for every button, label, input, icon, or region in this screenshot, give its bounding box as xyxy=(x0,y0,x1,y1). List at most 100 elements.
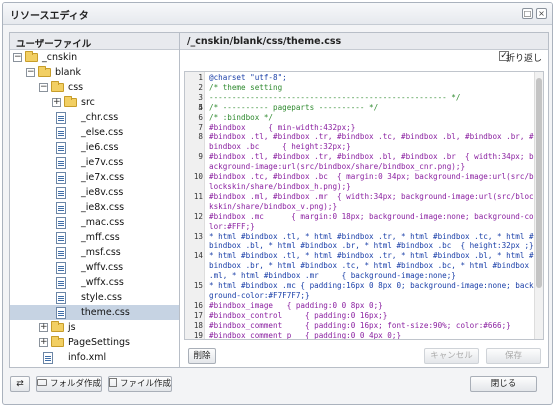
bottom-toolbar: ⇄ フォルダ作成 ファイル作成 閉じる xyxy=(3,371,552,404)
delete-button[interactable]: 削除 xyxy=(188,348,216,364)
line-text: * html #bindbox .tl, * html #bindbox .tr… xyxy=(209,251,534,281)
code-line: 2 /* theme setting xyxy=(185,83,537,93)
tree-file-12[interactable]: _mff.css xyxy=(10,230,179,245)
code-line: 11 #bindbox .ml, #bindbox .mr { width:34p… xyxy=(185,192,537,212)
line-number: 18 xyxy=(193,320,203,330)
scrollbar-thumb[interactable] xyxy=(536,78,542,288)
tree-file-8[interactable]: _ie7x.css xyxy=(10,170,179,185)
tree-folder-18[interactable]: + js xyxy=(10,320,179,335)
collapse-icon[interactable]: − xyxy=(13,53,22,62)
create-folder-button[interactable]: フォルダ作成 xyxy=(36,376,102,392)
file-icon xyxy=(56,112,66,124)
file-icon xyxy=(56,277,66,289)
tree-file-14[interactable]: _wffv.css xyxy=(10,260,179,275)
code-editor[interactable]: 1 @charset "utf-8"; 2 /* theme setting 3 ----… xyxy=(184,71,544,340)
code-line: 16 #bindbox_image { padding:0 0 8px 0;} xyxy=(185,301,537,311)
tree-item-label: style.css xyxy=(81,292,122,303)
tree-item-label: _ie7v.css xyxy=(81,157,124,168)
tree-folder-0[interactable]: − _cnskin xyxy=(10,50,179,65)
tree-item-label: _msf.css xyxy=(81,247,121,258)
refresh-button[interactable]: ⇄ xyxy=(10,376,30,392)
save-button[interactable]: 保存 xyxy=(486,348,541,364)
expand-icon[interactable]: + xyxy=(39,323,48,332)
tree-item-label: js xyxy=(68,322,76,333)
tree-file-6[interactable]: _ie6.css xyxy=(10,140,179,155)
file-icon xyxy=(56,262,66,274)
tree-item-label: _ie8x.css xyxy=(81,202,125,213)
tree-folder-3[interactable]: + src xyxy=(10,95,179,110)
tree-file-4[interactable]: _chr.css xyxy=(10,110,179,125)
line-number: 12 xyxy=(193,211,203,221)
refresh-icon: ⇄ xyxy=(16,379,24,389)
tree-file-10[interactable]: _ie8x.css xyxy=(10,200,179,215)
file-icon xyxy=(56,157,66,169)
create-file-button[interactable]: ファイル作成 xyxy=(108,376,172,392)
editor-panel: /_cnskin/blank/css/theme.css ✓ 折り返し 1 @ch… xyxy=(179,32,549,368)
tree-folder-19[interactable]: + PageSettings xyxy=(10,335,179,350)
tree-file-7[interactable]: _ie7v.css xyxy=(10,155,179,170)
tree-file-16[interactable]: style.css xyxy=(10,290,179,305)
user-files-header: ユーザーファイル xyxy=(10,33,179,50)
line-text: #bindbox .tl, #bindbox .tr, #bindbox .bl… xyxy=(209,152,534,172)
tree-item-label: _wffx.css xyxy=(81,277,124,288)
file-icon xyxy=(56,187,66,199)
tree-item-label: theme.css xyxy=(81,307,130,318)
line-number: 3 xyxy=(198,92,203,102)
folder-icon xyxy=(37,379,47,386)
tree-file-13[interactable]: _msf.css xyxy=(10,245,179,260)
expand-icon[interactable]: + xyxy=(39,338,48,347)
folder-icon xyxy=(38,66,51,77)
wrap-label[interactable]: 折り返し xyxy=(506,51,542,64)
user-files-panel: ユーザーファイル − _cnskin − blank − css + src _chr.css _… xyxy=(9,32,180,368)
close-icon[interactable]: × xyxy=(536,8,547,19)
tree-file-5[interactable]: _else.css xyxy=(10,125,179,140)
tree-file-20[interactable]: info.xml xyxy=(10,350,179,365)
line-number: 2 xyxy=(198,82,203,92)
code-lines: 1 @charset "utf-8"; 2 /* theme setting 3 ----… xyxy=(185,73,537,340)
resource-editor-window: リソースエディタ □ × ユーザーファイル − _cnskin − blank − css… xyxy=(2,2,553,405)
code-line: 10 #bindbox .tc, #bindbox .bc { margin:0 … xyxy=(185,172,537,192)
file-icon xyxy=(56,127,66,139)
line-text: #bindbox_control { padding:0 16px;} xyxy=(209,310,388,320)
file-icon xyxy=(56,247,66,259)
collapse-icon[interactable]: − xyxy=(26,68,35,77)
wrap-toolbar: ✓ 折り返し xyxy=(180,50,548,64)
line-number: 19 xyxy=(193,330,203,340)
code-line: 6 /* :bindbox */ xyxy=(185,113,537,123)
tree-file-15[interactable]: _wffx.css xyxy=(10,275,179,290)
expand-icon[interactable]: + xyxy=(52,98,61,107)
folder-icon xyxy=(51,81,64,92)
editor-scrollbar[interactable] xyxy=(534,72,543,339)
code-line: 19 #bindbox_comment p { padding:0 0 4px 0… xyxy=(185,330,537,340)
tree-item-label: _cnskin xyxy=(42,52,78,63)
tree-item-label: _wffv.css xyxy=(81,262,124,273)
line-number: 15 xyxy=(193,281,203,291)
line-text: #bindbox_image { padding:0 0 8px 0;} xyxy=(209,300,383,310)
tree-file-17[interactable]: theme.css xyxy=(10,305,179,320)
cancel-button[interactable]: キャンセル xyxy=(424,348,479,364)
code-line: 5 /* ---------- pageparts ---------- */ xyxy=(185,103,537,113)
line-number: 5 xyxy=(198,102,203,112)
line-text: /* theme setting xyxy=(209,82,283,92)
line-number: 7 xyxy=(198,122,203,132)
file-icon xyxy=(56,202,66,214)
line-number: 11 xyxy=(193,191,203,201)
file-icon xyxy=(56,307,66,319)
line-text: ----------------------------------------… xyxy=(209,92,461,102)
tree-file-21[interactable]: thumbnail.png xyxy=(10,365,179,367)
tree-folder-1[interactable]: − blank xyxy=(10,65,179,80)
line-text: * html #bindbox .tl, * html #bindbox .tr… xyxy=(209,231,534,251)
tree-folder-2[interactable]: − css xyxy=(10,80,179,95)
close-button[interactable]: 閉じる xyxy=(470,376,537,392)
tree-file-9[interactable]: _ie8v.css xyxy=(10,185,179,200)
restore-icon[interactable]: □ xyxy=(522,8,533,19)
tree-file-11[interactable]: _mac.css xyxy=(10,215,179,230)
folder-icon xyxy=(51,336,64,347)
tree-item-label: _mac.css xyxy=(81,217,125,228)
file-path-header: /_cnskin/blank/css/theme.css xyxy=(180,33,548,50)
collapse-icon[interactable]: − xyxy=(39,83,48,92)
create-folder-label: フォルダ作成 xyxy=(50,379,102,389)
title-bar: リソースエディタ □ × xyxy=(3,3,552,25)
file-icon xyxy=(56,142,66,154)
code-line: 7 #bindbox { min-width:432px;} xyxy=(185,123,537,133)
